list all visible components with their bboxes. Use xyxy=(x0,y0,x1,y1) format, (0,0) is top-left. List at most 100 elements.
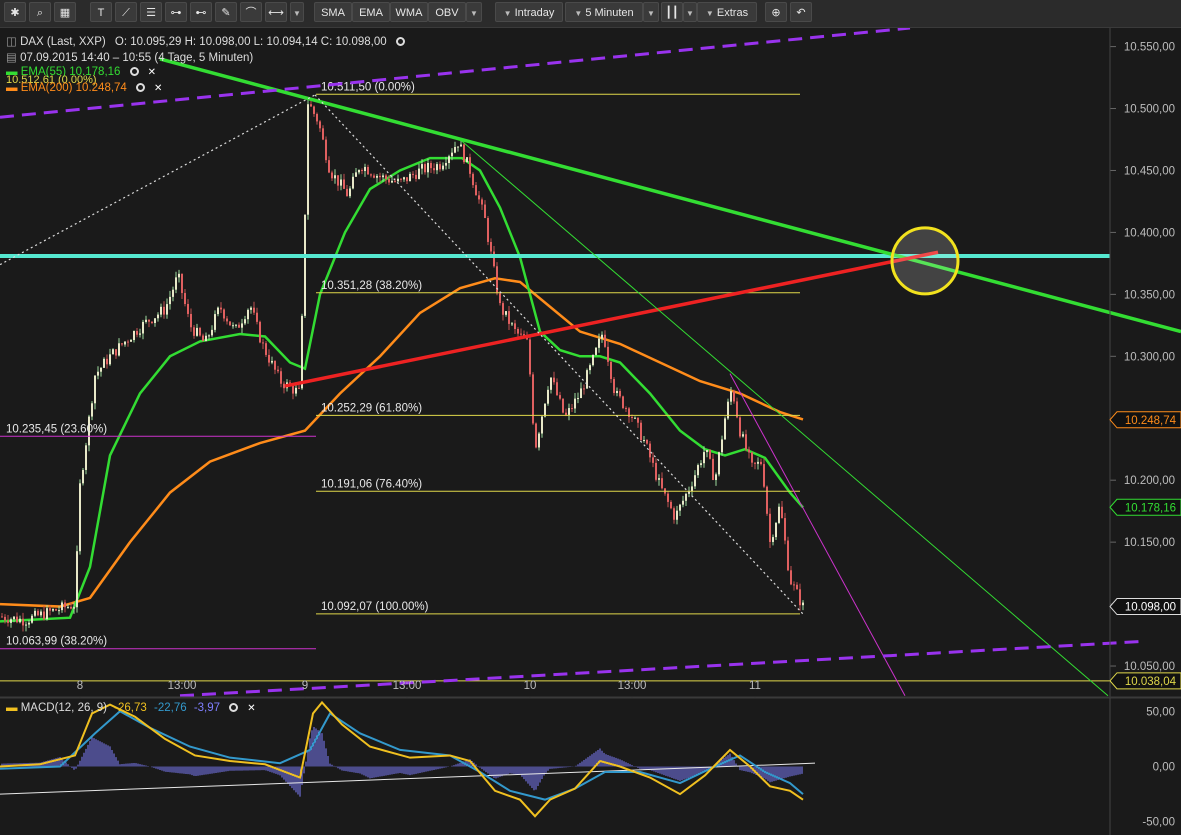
macd-tick-label: 50,00 xyxy=(1146,706,1175,718)
fib-level-label: 10.351,28 (38.20%) xyxy=(321,280,422,292)
candle xyxy=(106,358,108,365)
wma-button[interactable]: WMA xyxy=(390,2,428,22)
candle xyxy=(169,296,171,305)
interval-select[interactable]: ▼ 5 Minuten xyxy=(565,2,643,22)
candle xyxy=(646,439,648,444)
candle xyxy=(433,168,435,171)
period-select[interactable]: ▼ Intraday xyxy=(495,2,563,22)
candle xyxy=(163,306,165,315)
chevron-down-icon[interactable]: ▼ xyxy=(643,2,659,22)
candle xyxy=(469,157,471,174)
candle xyxy=(37,610,39,616)
candle xyxy=(220,307,222,310)
line-tool-icon[interactable]: ⟋ xyxy=(115,2,137,22)
zoom-icon[interactable]: ⊕ xyxy=(765,2,787,22)
candle xyxy=(76,551,78,608)
candle xyxy=(556,382,558,396)
chevron-down-icon[interactable]: ▼ xyxy=(466,2,482,22)
candle xyxy=(175,277,177,290)
candle xyxy=(244,319,246,324)
close-icon[interactable]: ✕ xyxy=(245,703,257,715)
candle xyxy=(715,474,717,481)
extras-menu[interactable]: ▼ Extras xyxy=(697,2,757,22)
candle xyxy=(301,315,303,389)
search-icon[interactable]: ⌕ xyxy=(29,2,51,22)
measure-icon[interactable]: ⟷ xyxy=(265,2,287,22)
candle xyxy=(487,217,489,242)
settings-circle-icon[interactable] xyxy=(129,67,139,77)
candle xyxy=(463,144,465,163)
candle xyxy=(676,510,678,520)
candle xyxy=(679,504,681,511)
interval-value: 5 Minuten xyxy=(585,7,634,19)
hline-icon[interactable]: ⊶ xyxy=(165,2,187,22)
purple-channel-lower-line xyxy=(179,639,1146,698)
candle xyxy=(607,346,609,362)
candle xyxy=(46,608,48,620)
candle xyxy=(625,408,627,410)
macd-legend: ▬ MACD(12, 26, 9) -26,73 -22,76 -3,97 ✕ xyxy=(6,702,257,715)
period-value: Intraday xyxy=(514,7,555,19)
fib-level-label: 10.252,29 (61.80%) xyxy=(321,402,422,414)
undo-icon[interactable]: ↶ xyxy=(790,2,812,22)
candle xyxy=(109,354,111,365)
chevron-down-icon[interactable]: ▼ xyxy=(290,2,304,22)
candle xyxy=(241,323,243,328)
candle xyxy=(439,164,441,170)
candle-type-icon[interactable]: ┃┃ xyxy=(661,2,683,22)
ema200-line xyxy=(0,276,804,608)
candle xyxy=(784,518,786,541)
sma-button[interactable]: SMA xyxy=(314,2,352,22)
time-tick-label: 13:00 xyxy=(168,680,197,692)
settings-circle-icon[interactable] xyxy=(395,37,405,47)
close-icon[interactable]: ✕ xyxy=(152,83,164,95)
candle xyxy=(739,417,741,437)
arc-icon[interactable]: ⌒ xyxy=(240,2,262,22)
channel-icon[interactable]: ⊷ xyxy=(190,2,212,22)
grid-icon[interactable]: ▦ xyxy=(54,2,76,22)
candle xyxy=(28,622,30,625)
price-tick-label: 10.350,00 xyxy=(1124,289,1175,301)
candle xyxy=(31,615,33,623)
candle xyxy=(742,434,744,437)
candle xyxy=(763,464,765,487)
candle xyxy=(205,335,207,342)
ema-button[interactable]: EMA xyxy=(352,2,390,22)
candle xyxy=(19,618,21,623)
candle xyxy=(94,375,96,404)
fibonacci-icon[interactable]: ☰ xyxy=(140,2,162,22)
candle xyxy=(637,417,639,423)
candle xyxy=(733,391,735,402)
candle xyxy=(610,361,612,379)
candle xyxy=(409,173,411,182)
price-tick-label: 10.400,00 xyxy=(1124,227,1175,239)
chevron-down-icon[interactable]: ▼ xyxy=(683,2,697,22)
candle xyxy=(466,157,468,163)
macd-panel: 50,00 0,00 -50,00 xyxy=(0,697,1181,835)
candle xyxy=(790,570,792,585)
obv-button[interactable]: OBV xyxy=(428,2,466,22)
candle xyxy=(4,616,6,621)
price-tick-label: 10.450,00 xyxy=(1124,165,1175,177)
candle xyxy=(511,323,513,325)
candle xyxy=(448,156,450,163)
candle xyxy=(745,434,747,450)
candle xyxy=(694,475,696,487)
candle xyxy=(493,251,495,267)
text-tool-icon[interactable]: T xyxy=(90,2,112,22)
candle xyxy=(460,144,462,147)
close-icon[interactable]: ✕ xyxy=(146,67,158,79)
candle xyxy=(652,457,654,463)
candle xyxy=(766,486,768,514)
settings-circle-icon[interactable] xyxy=(229,703,239,713)
brush-icon[interactable]: ✎ xyxy=(215,2,237,22)
candle xyxy=(130,339,132,342)
candle xyxy=(97,371,99,376)
ema200-label: EMA(200) 10.248,74 xyxy=(20,82,127,94)
candle xyxy=(259,321,261,343)
gear-icon[interactable]: ✱ xyxy=(4,2,26,22)
candle xyxy=(142,321,144,334)
macd-name: MACD(12, 26, 9) xyxy=(20,702,107,714)
settings-circle-icon[interactable] xyxy=(136,83,146,93)
candle xyxy=(751,452,753,463)
